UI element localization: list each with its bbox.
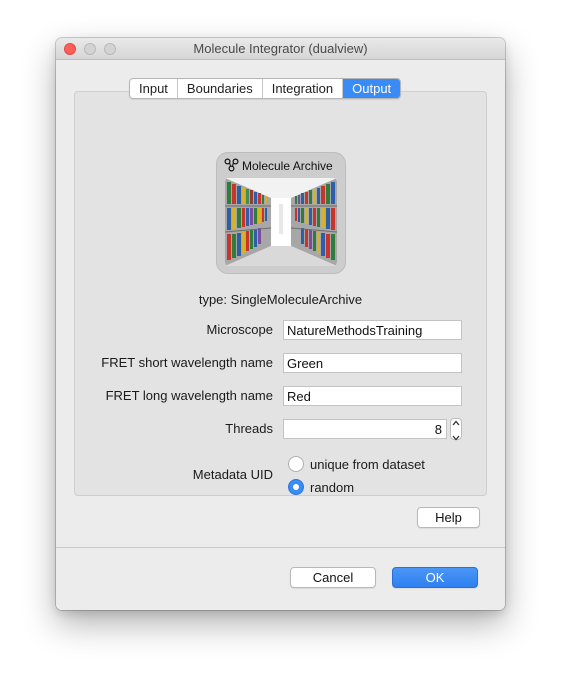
radio-button-unselected[interactable] [288, 456, 304, 472]
ok-button[interactable]: OK [392, 567, 478, 588]
fret-short-field[interactable] [283, 353, 462, 373]
microscope-field[interactable] [283, 320, 462, 340]
archive-header: Molecule Archive [224, 157, 333, 175]
threads-label: Threads [225, 421, 273, 436]
dialog-content: Input Boundaries Integration Output Mole… [56, 61, 505, 548]
archive-type-label: type: SingleMoleculeArchive [198, 292, 363, 307]
tab-boundaries[interactable]: Boundaries [178, 79, 263, 98]
archive-header-label: Molecule Archive [242, 159, 333, 173]
threads-field[interactable] [283, 419, 447, 439]
chevron-down-icon[interactable] [452, 429, 460, 444]
threads-stepper[interactable] [450, 418, 462, 441]
radio-unique-from-dataset[interactable]: unique from dataset [288, 455, 425, 473]
radio-unique-label: unique from dataset [310, 456, 425, 472]
molecule-archive-card: Molecule Archive [216, 152, 346, 274]
metadata-uid-label: Metadata UID [192, 467, 273, 482]
fret-long-label: FRET long wavelength name [105, 388, 273, 403]
microscope-label: Microscope [206, 322, 273, 337]
radio-random[interactable]: random [288, 478, 354, 496]
molecule-icon [224, 157, 239, 175]
title-bar: Molecule Integrator (dualview) [56, 38, 505, 60]
tab-output[interactable]: Output [343, 79, 401, 98]
dialog-footer: Cancel OK [56, 549, 505, 610]
dialog-window: Molecule Integrator (dualview) Input Bou… [56, 38, 505, 610]
fret-long-field[interactable] [283, 386, 462, 406]
archive-shelves-image [225, 178, 337, 266]
fret-short-label: FRET short wavelength name [101, 355, 273, 370]
radio-dot [293, 484, 299, 490]
window-title: Molecule Integrator (dualview) [193, 41, 368, 56]
tab-input[interactable]: Input [130, 79, 178, 98]
radio-button-selected[interactable] [288, 479, 304, 495]
tab-integration[interactable]: Integration [263, 79, 344, 98]
chevron-up-icon[interactable] [452, 414, 460, 429]
radio-random-label: random [310, 479, 355, 495]
tab-bar: Input Boundaries Integration Output [129, 78, 402, 99]
help-button[interactable]: Help [417, 507, 480, 528]
cancel-button[interactable]: Cancel [290, 567, 376, 588]
